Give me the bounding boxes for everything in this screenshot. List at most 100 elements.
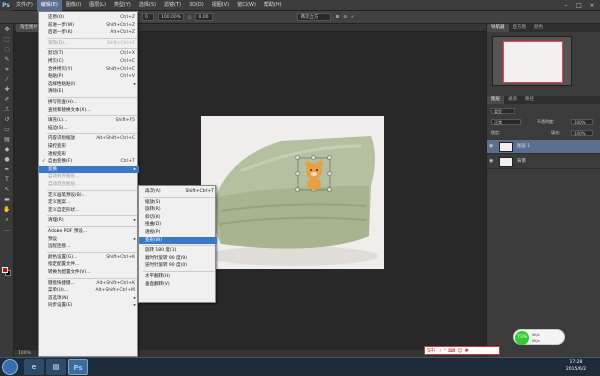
foreground-color-swatch[interactable] [2,267,8,273]
fill-field[interactable]: 100% [571,130,593,136]
panel-tab[interactable]: 导航器 [487,24,509,32]
menu-item[interactable]: 清理(R) ▸ [39,217,139,224]
menu-item[interactable]: 渐隐(D)... Shift+Ctrl+F [39,40,139,47]
menu-item[interactable]: 菜单(U)... Alt+Shift+Ctrl+M [39,287,139,294]
ime-user-icon[interactable]: ☺ [457,348,462,354]
menu-item[interactable]: 透视变形 [39,151,139,158]
menu-item[interactable]: 颜色设置(G)... Shift+Ctrl+K [39,254,139,261]
menu-item[interactable]: 后退一步(K) Alt+Ctrl+Z [39,29,139,36]
width-scale-field[interactable]: 100.00% [158,13,184,21]
menu-item[interactable]: 预设 ▸ [39,236,139,243]
layer-row[interactable]: ◉ 图层 1 [487,140,600,154]
taskbar-photoshop-icon[interactable]: Ps [68,359,88,375]
menu-item[interactable]: 还原(O) Ctrl+Z [39,14,139,21]
zoom-tool-icon[interactable]: ⌕ [1,215,13,224]
type-tool-icon[interactable]: T [1,175,13,184]
taskbar-folder-icon[interactable]: ▤ [46,359,66,375]
menu-2[interactable]: 图像(I) [62,0,85,11]
panel-tab[interactable]: 颜色 [530,24,547,32]
menu-item[interactable]: 透视(P) [139,229,217,236]
menu-item[interactable]: 斜切(K) [139,214,217,221]
hand-tool-icon[interactable]: ✋ [1,205,13,214]
navigator-view-box[interactable] [503,41,563,83]
menu-item[interactable]: 定义图案... [39,199,139,206]
menu-item[interactable]: 拼写检查(H)... [39,99,139,106]
menu-item[interactable]: 再次(A) Shift+Ctrl+T [139,188,217,195]
menu-item[interactable]: 选择性粘贴(I) ▸ [39,81,139,88]
menu-7[interactable]: 3D(D) [185,0,208,11]
menu-item[interactable]: Adobe PDF 预设... [39,228,139,235]
marquee-tool-icon[interactable]: ⬚ [1,35,13,44]
menu-3[interactable]: 图层(L) [85,0,110,11]
menu-item[interactable]: 清除(E) [39,88,139,95]
layer-kind-filter[interactable]: 类型 [491,108,515,114]
menu-item[interactable]: 填充(L)... Shift+F5 [39,117,139,124]
ime-toolbar[interactable]: S中 ☽ ° ⌨ ☺ ✱ [424,346,500,355]
path-select-tool-icon[interactable]: ↖ [1,185,13,194]
blend-mode-select[interactable]: 正常 [491,119,521,125]
warp-toggle-icon[interactable]: ⊞ [335,15,339,20]
menu-item[interactable]: 旋转 180 度(1) [139,247,217,254]
menu-item[interactable]: 首选项(N) ▸ [39,295,139,302]
menu-item[interactable]: 前进一步(W) Shift+Ctrl+Z [39,22,139,29]
menu-8[interactable]: 视图(V) [208,0,233,11]
document-canvas[interactable] [201,116,384,269]
menu-item[interactable]: 远程连接... [39,243,139,250]
cancel-transform-icon[interactable]: ⊘ [343,15,347,20]
close-button[interactable]: × [586,0,598,11]
menu-item[interactable]: 定义画笔预设(B)... [39,192,139,199]
menu-0[interactable]: 文件(F) [12,0,37,11]
ime-punct-icon[interactable]: ° [444,348,447,354]
quick-select-tool-icon[interactable]: ✎ [1,55,13,64]
panel-tab[interactable]: 图层 [487,96,504,104]
lasso-tool-icon[interactable]: ◌ [1,45,13,54]
menu-5[interactable]: 选择(S) [135,0,160,11]
menu-item[interactable]: 变换 ▸ [39,165,139,173]
menu-item[interactable]: 转换为配置文件(V)... [39,269,139,276]
menu-item[interactable]: 操控变形 [39,143,139,150]
menu-10[interactable]: 帮助(H) [260,0,286,11]
panel-tab[interactable]: 通道 [504,96,521,104]
menu-item[interactable]: 自动混合图层... [39,181,139,188]
menu-item[interactable]: 键盘快捷键... Alt+Shift+Ctrl+K [39,280,139,287]
menu-item[interactable]: 自动对齐图层... [39,173,139,180]
layer-row[interactable]: ◉ 背景 [487,155,600,169]
ime-settings-icon[interactable]: ✱ [465,348,469,354]
more-tools-icon[interactable]: … [1,225,13,234]
navigator-preview[interactable] [492,36,572,86]
visibility-eye-icon[interactable]: ◉ [489,144,495,149]
x-field[interactable]: 0 [142,13,154,21]
clock[interactable]: 17:28 2015/6/2 [556,359,596,373]
ime-keyboard-icon[interactable]: ⌨ [448,348,455,354]
menu-6[interactable]: 滤镜(T) [160,0,185,11]
ime-moon-icon[interactable]: ☽ [437,348,441,354]
zoom-readout[interactable]: 100% [18,351,31,356]
eraser-tool-icon[interactable]: ▭ [1,125,13,134]
interpolation-select[interactable]: 两次立方 [297,13,332,21]
menu-item[interactable]: 指定配置文件... [39,261,139,268]
gradient-tool-icon[interactable]: ▤ [1,135,13,144]
crop-tool-icon[interactable]: ⌗ [1,65,13,74]
menu-item[interactable]: 垂直翻转(V) [139,281,217,288]
menu-item[interactable]: 描边(S)... [39,125,139,132]
menu-item[interactable]: 旋转(R) [139,206,217,213]
menu-item[interactable]: 查找和替换文本(X)... [39,107,139,114]
taskbar-ie-icon[interactable]: e [24,359,44,375]
commit-transform-icon[interactable]: ✓ [351,15,355,20]
menu-item[interactable]: 内容识别缩放 Alt+Shift+Ctrl+C [39,135,139,142]
healing-tool-icon[interactable]: ✚ [1,85,13,94]
menu-item[interactable]: 缩放(S) [139,199,217,206]
eyedropper-tool-icon[interactable]: ⁄ [1,75,13,84]
menu-item[interactable]: 合并拷贝(Y) Shift+Ctrl+C [39,66,139,73]
menu-item[interactable]: 定义自定形状... [39,207,139,214]
menu-item[interactable]: 扭曲(D) [139,221,217,228]
menu-4[interactable]: 类型(Y) [110,0,135,11]
start-button[interactable] [2,359,18,375]
opacity-field[interactable]: 100% [571,119,593,125]
menu-item[interactable]: 剪切(T) Ctrl+X [39,50,139,57]
menu-item[interactable]: 拷贝(C) Ctrl+C [39,58,139,65]
panel-tab[interactable]: 路径 [521,96,538,104]
menu-1[interactable]: 编辑(E) [36,0,62,11]
menu-item[interactable]: 变形(W) [139,236,217,244]
blur-tool-icon[interactable]: ◆ [1,145,13,154]
